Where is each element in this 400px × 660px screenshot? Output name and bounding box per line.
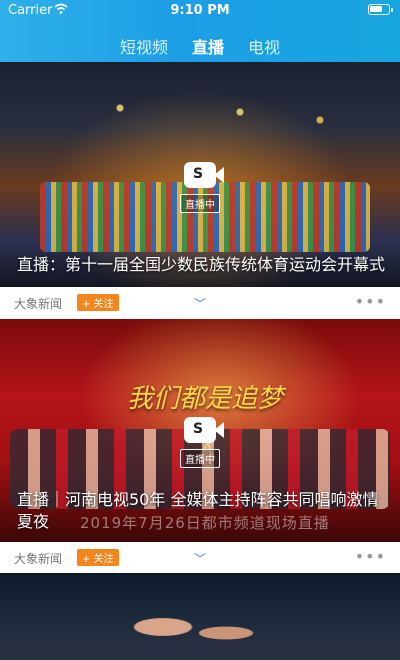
more-options-icon[interactable]: ••• [355, 547, 386, 566]
live-card-image[interactable]: 我们都是追梦人 S 直播中 2019年7月26日都市频道现场直播 直播｜河南电视… [0, 319, 400, 542]
top-tabs: 短视频 直播 电视 [0, 30, 400, 66]
card-meta-bar: 大象新闻 + 关注 ﹀ ••• [0, 287, 400, 319]
card-meta-bar: 大象新闻 + 关注 ﹀ ••• [0, 542, 400, 574]
top-header: Carrier 9:10 PM 短视频 直播 电视 [0, 0, 400, 66]
follow-button[interactable]: + 关注 [77, 294, 119, 311]
tab-short-video[interactable]: 短视频 [118, 30, 170, 60]
live-badge: S 直播中 [178, 162, 224, 213]
more-options-icon[interactable]: ••• [355, 292, 386, 311]
tab-tv[interactable]: 电视 [246, 30, 282, 60]
live-status-label: 直播中 [180, 449, 220, 468]
chevron-down-icon[interactable]: ﹀ [194, 550, 206, 567]
live-card-title: 直播：第十一届全国少数民族传统体育运动会开幕式 [17, 255, 386, 274]
live-status-label: 直播中 [180, 194, 220, 213]
source-label[interactable]: 大象新闻 [14, 550, 62, 567]
live-camera-icon: S [184, 162, 224, 188]
status-bar: Carrier 9:10 PM [0, 0, 400, 22]
live-card-image[interactable]: S 直播中 直播：第十一届全国少数民族传统体育运动会开幕式 [0, 62, 400, 287]
live-badge: S 直播中 [178, 417, 224, 468]
chevron-down-icon[interactable]: ﹀ [194, 295, 206, 312]
status-time: 9:10 PM [170, 3, 230, 18]
source-label[interactable]: 大象新闻 [14, 295, 62, 312]
live-camera-icon: S [184, 417, 224, 443]
battery-icon [368, 4, 393, 15]
stadium-lights-decoration [0, 92, 400, 172]
boxers-decoration [100, 603, 280, 660]
live-card-title: 直播｜河南电视50年 全媒体主持阵容共同唱响激情夏夜 [17, 490, 379, 531]
tab-live[interactable]: 直播 [190, 30, 226, 66]
live-card-image[interactable] [0, 573, 400, 660]
follow-button[interactable]: + 关注 [77, 549, 119, 566]
